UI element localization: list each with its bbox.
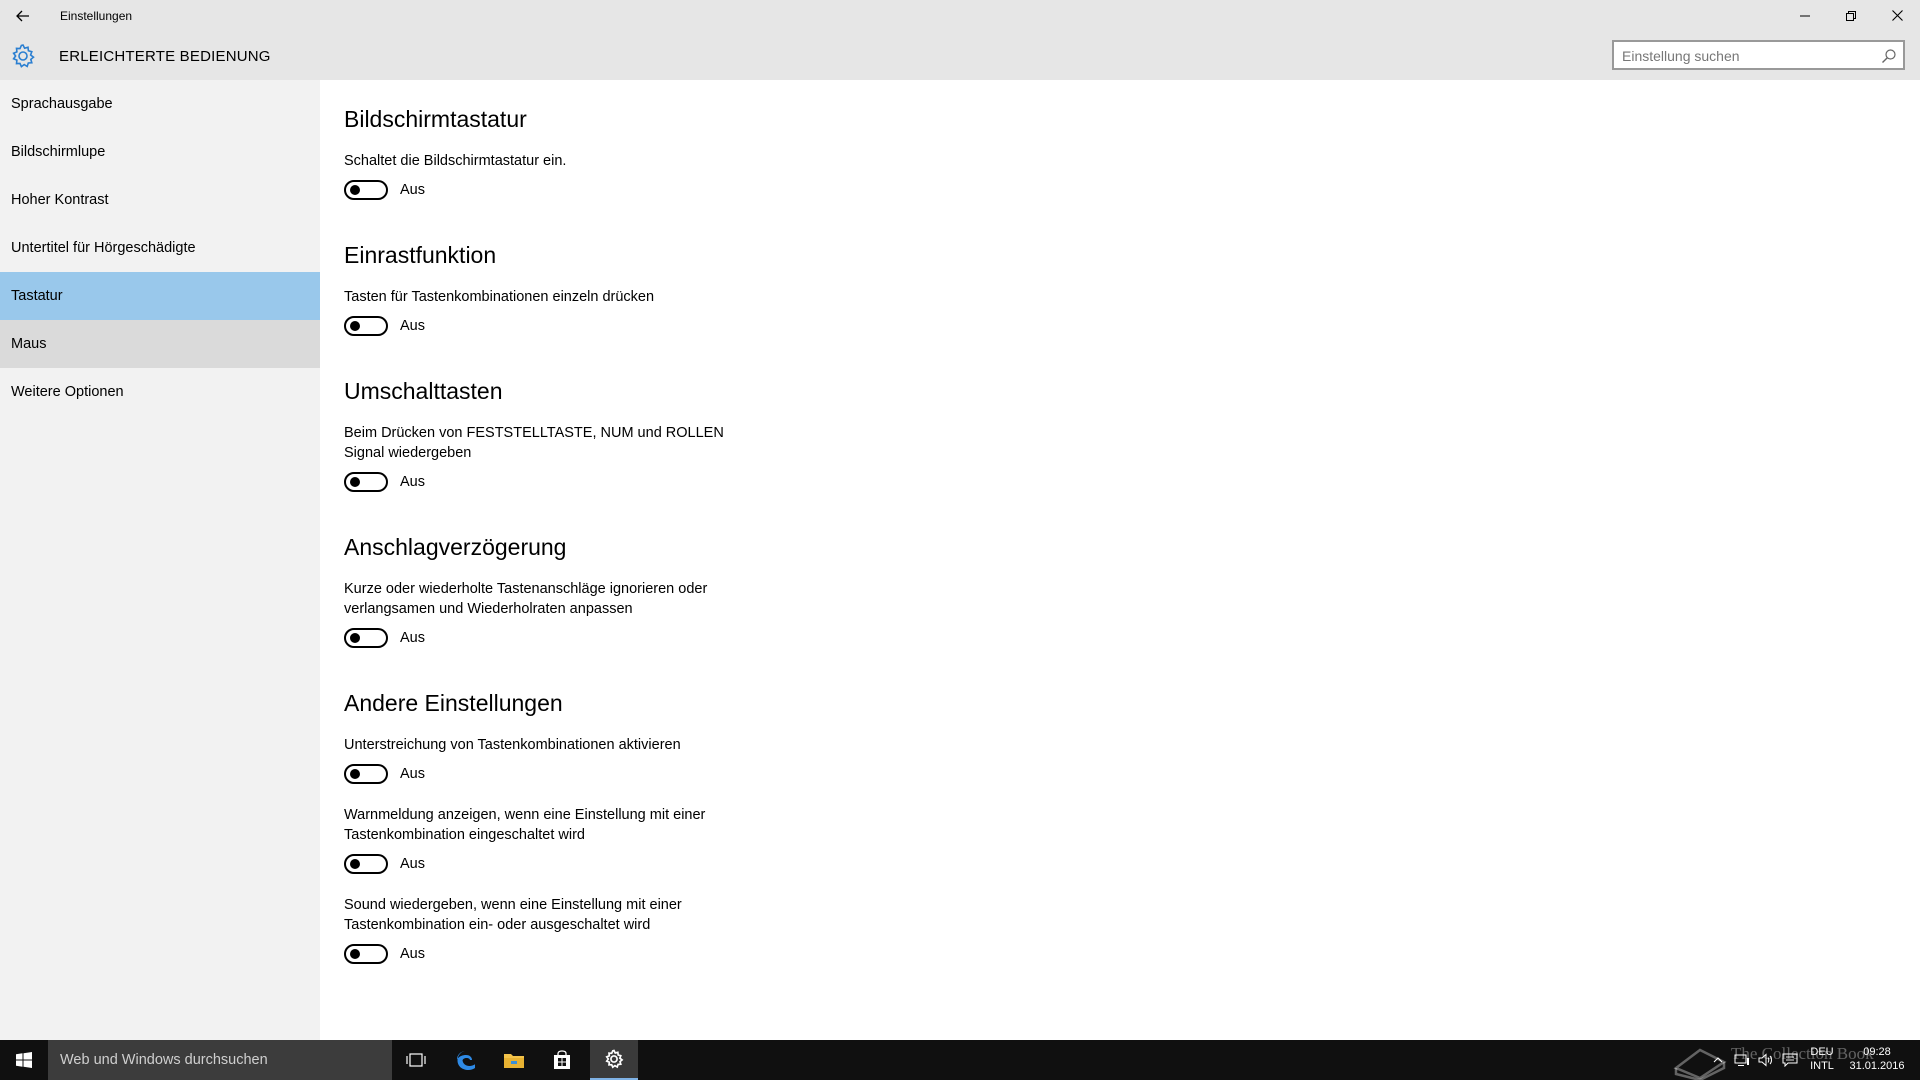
section-title-einrastfunktion: Einrastfunktion [344,242,497,268]
toggle-einrastfunktion[interactable] [344,316,388,336]
sidebar-item-bildschirmlupe[interactable]: Bildschirmlupe [0,128,320,176]
window-title: Einstellungen [60,9,133,23]
toggle-warnmeldung[interactable] [344,854,388,874]
gear-icon [12,44,35,68]
toggle-knob [350,859,360,869]
toggle-state-label: Aus [400,318,425,334]
task-view-button[interactable] [392,1040,440,1080]
tray-overflow-button[interactable] [1706,1040,1730,1080]
toggle-sound[interactable] [344,944,388,964]
sidebar: Sprachausgabe Bildschirmlupe Hoher Kontr… [0,80,320,1040]
settings-taskbar-button[interactable] [590,1040,638,1080]
sidebar-item-sprachausgabe[interactable]: Sprachausgabe [0,80,320,128]
setting-description: Unterstreichung von Tastenkombinationen … [344,737,681,753]
section-title-anschlagverzoegerung: Anschlagverzögerung [344,534,567,560]
setting-description: Warnmeldung anzeigen, wenn eine Einstell… [344,807,706,843]
page-title: ERLEICHTERTE BEDIENUNG [59,48,271,65]
toggle-state-label: Aus [400,182,425,198]
back-button[interactable] [10,3,36,29]
taskbar-search-placeholder: Web und Windows durchsuchen [60,1052,268,1068]
sidebar-item-tastatur[interactable]: Tastatur [0,272,320,320]
arrow-left-icon [16,10,29,22]
settings-search-input[interactable] [1622,47,1872,65]
toggle-knob [350,769,360,779]
settings-search-box[interactable] [1612,40,1905,70]
store-bag-icon [554,1050,570,1069]
sidebar-item-untertitel[interactable]: Untertitel für Hörgeschädigte [0,224,320,272]
task-view-icon [406,1053,426,1067]
store-button[interactable] [538,1040,586,1080]
toggle-state-label: Aus [400,856,425,872]
folder-icon [504,1054,524,1068]
search-icon[interactable] [1881,48,1897,64]
page-header: ERLEICHTERTE BEDIENUNG [0,31,1920,80]
toggle-state-label: Aus [400,630,425,646]
title-bar: Einstellungen [0,0,1920,31]
toggle-knob [350,321,360,331]
toggle-unterstreichung[interactable] [344,764,388,784]
section-title-umschalttasten: Umschalttasten [344,378,503,404]
start-button[interactable] [0,1040,48,1080]
toggle-knob [350,633,360,643]
sidebar-item-maus[interactable]: Maus [0,320,320,368]
edge-button[interactable] [442,1040,490,1080]
toggle-state-label: Aus [400,766,425,782]
taskbar: Web und Windows durchsuchen DEU INTL 09:… [0,1040,1920,1080]
section-title-bildschirmtastatur: Bildschirmtastatur [344,106,527,132]
toggle-knob [350,477,360,487]
toggle-state-label: Aus [400,946,425,962]
toggle-knob [350,949,360,959]
gear-icon [605,1049,624,1069]
restore-icon [1846,10,1856,21]
windows-logo-icon [16,1052,32,1068]
setting-description: Sound wiedergeben, wenn eine Einstellung… [344,897,682,933]
sidebar-item-hoher-kontrast[interactable]: Hoher Kontrast [0,176,320,224]
setting-description: Kurze oder wiederholte Tastenanschläge i… [344,581,708,617]
file-explorer-button[interactable] [490,1040,538,1080]
setting-description: Tasten für Tastenkombinationen einzeln d… [344,289,655,305]
toggle-bildschirmtastatur[interactable] [344,180,388,200]
toggle-anschlagverzoegerung[interactable] [344,628,388,648]
toggle-state-label: Aus [400,474,425,490]
setting-description: Beim Drücken von FESTSTELLTASTE, NUM und… [344,425,724,461]
minimize-button[interactable] [1782,0,1828,31]
edge-browser-icon [457,1051,475,1070]
section-title-andere-einstellungen: Andere Einstellungen [344,690,563,716]
restore-button[interactable] [1828,0,1874,31]
toggle-knob [350,185,360,195]
setting-description: Schaltet die Bildschirmtastatur ein. [344,153,567,169]
minimize-icon [1800,15,1810,16]
toggle-umschalttasten[interactable] [344,472,388,492]
taskbar-search-box[interactable]: Web und Windows durchsuchen [48,1040,392,1080]
close-icon [1891,10,1903,21]
watermark-text: The Collection Book [1731,1044,1874,1063]
sidebar-item-weitere-optionen[interactable]: Weitere Optionen [0,368,320,416]
close-button[interactable] [1874,0,1920,31]
chevron-up-icon [1713,1057,1723,1063]
